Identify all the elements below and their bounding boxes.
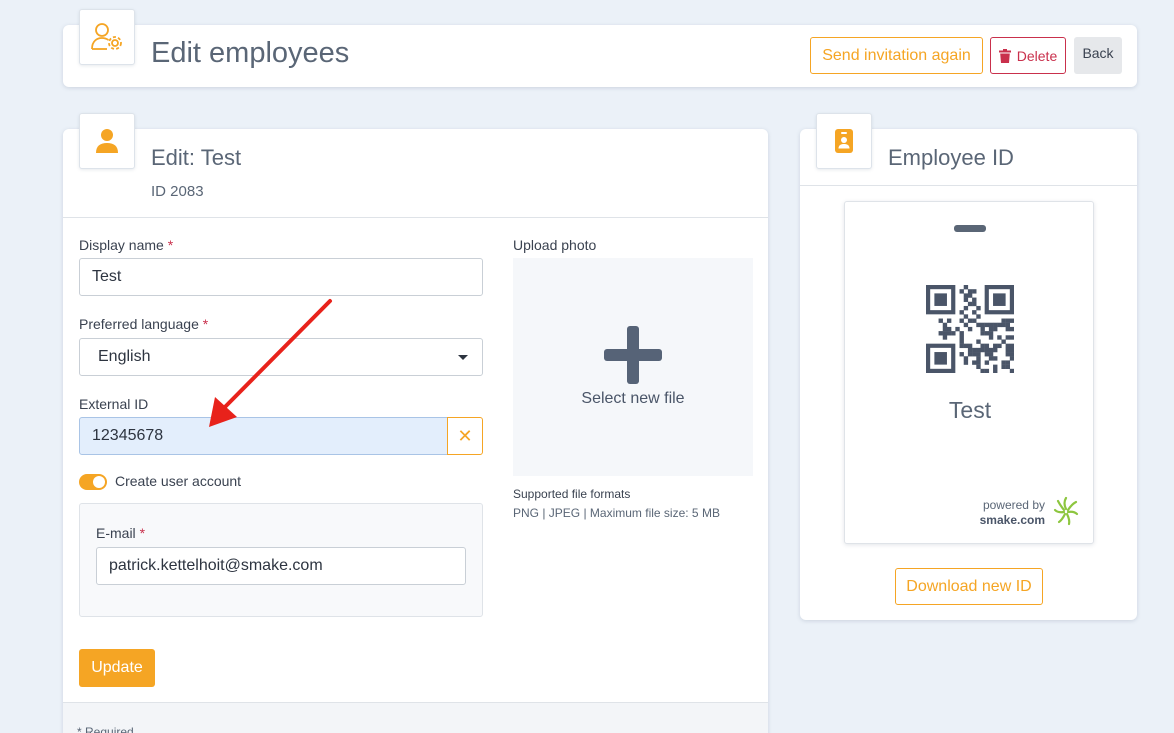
required-asterisk: * bbox=[202, 316, 209, 332]
divider bbox=[63, 217, 768, 218]
employee-id-text: ID 2083 bbox=[151, 183, 204, 200]
select-file-label: Select new file bbox=[581, 390, 685, 407]
required-asterisk: * bbox=[167, 237, 174, 253]
email-input[interactable]: patrick.kettelhoit@smake.com bbox=[96, 547, 466, 585]
powered-by-domain: smake.com bbox=[979, 513, 1045, 527]
header-card: Edit employees Send invitation again Del… bbox=[63, 9, 1137, 87]
create-account-label: Create user account bbox=[115, 473, 242, 489]
formats-title: Supported file formats bbox=[513, 487, 631, 501]
external-id-label: External ID bbox=[79, 396, 149, 412]
card-footer: * Required bbox=[63, 702, 768, 733]
email-section: E-mail * patrick.kettelhoit@smake.com bbox=[79, 503, 483, 617]
download-id-button[interactable]: Download new ID bbox=[895, 568, 1043, 605]
clear-icon[interactable]: ✕ bbox=[447, 417, 483, 455]
formats-description: PNG | JPEG | Maximum file size: 5 MB bbox=[513, 506, 720, 520]
toggle-knob bbox=[93, 476, 105, 488]
employee-id-card: Employee ID Test powered by smake.com Do… bbox=[800, 113, 1137, 620]
edit-icon-box bbox=[79, 113, 135, 169]
qr-code-icon bbox=[926, 285, 1014, 373]
powered-by-text: powered by smake.com bbox=[980, 498, 1045, 528]
badge-slot bbox=[954, 225, 986, 232]
badge-name: Test bbox=[948, 397, 992, 423]
language-select[interactable]: English bbox=[79, 338, 483, 376]
language-label-text: Preferred language bbox=[79, 316, 199, 332]
display-name-input[interactable]: Test bbox=[79, 258, 483, 296]
id-badge-icon bbox=[835, 129, 853, 153]
user-icon bbox=[96, 129, 118, 153]
powered-by-label: powered by bbox=[982, 498, 1045, 512]
user-gear-icon bbox=[91, 23, 122, 50]
update-button[interactable]: Update bbox=[79, 649, 155, 687]
external-id-input[interactable]: 12345678 bbox=[79, 417, 448, 455]
id-badge-preview: Test powered by smake.com bbox=[844, 201, 1094, 544]
divider bbox=[800, 185, 1137, 186]
edit-employee-card: Edit: Test ID 2083 Display name * Test P… bbox=[63, 113, 768, 733]
caret-down-icon bbox=[458, 355, 468, 360]
delete-button-label: Delete bbox=[1016, 47, 1058, 64]
display-name-label: Display name * bbox=[79, 237, 173, 253]
create-account-toggle[interactable] bbox=[79, 474, 107, 490]
required-asterisk: * bbox=[139, 525, 146, 541]
send-invitation-button[interactable]: Send invitation again bbox=[810, 37, 983, 74]
plus-icon bbox=[604, 326, 662, 384]
header-icon-box bbox=[79, 9, 135, 65]
email-label: E-mail * bbox=[96, 525, 145, 541]
upload-photo-label: Upload photo bbox=[513, 237, 597, 253]
id-icon-box bbox=[816, 113, 872, 169]
email-label-text: E-mail bbox=[96, 525, 136, 541]
upload-dropzone[interactable]: Select new file bbox=[513, 258, 753, 476]
required-note: * Required bbox=[77, 725, 134, 733]
page-title: Edit employees bbox=[151, 37, 350, 69]
employee-id-title: Employee ID bbox=[888, 145, 1014, 170]
smake-logo-icon bbox=[1053, 496, 1079, 526]
edit-title: Edit: Test bbox=[151, 145, 242, 170]
language-label: Preferred language * bbox=[79, 316, 208, 332]
display-name-label-text: Display name bbox=[79, 237, 164, 253]
language-selected-value: English bbox=[98, 348, 151, 365]
back-button[interactable]: Back bbox=[1074, 37, 1122, 74]
delete-button[interactable]: Delete bbox=[990, 37, 1066, 74]
trash-icon bbox=[998, 48, 1011, 63]
